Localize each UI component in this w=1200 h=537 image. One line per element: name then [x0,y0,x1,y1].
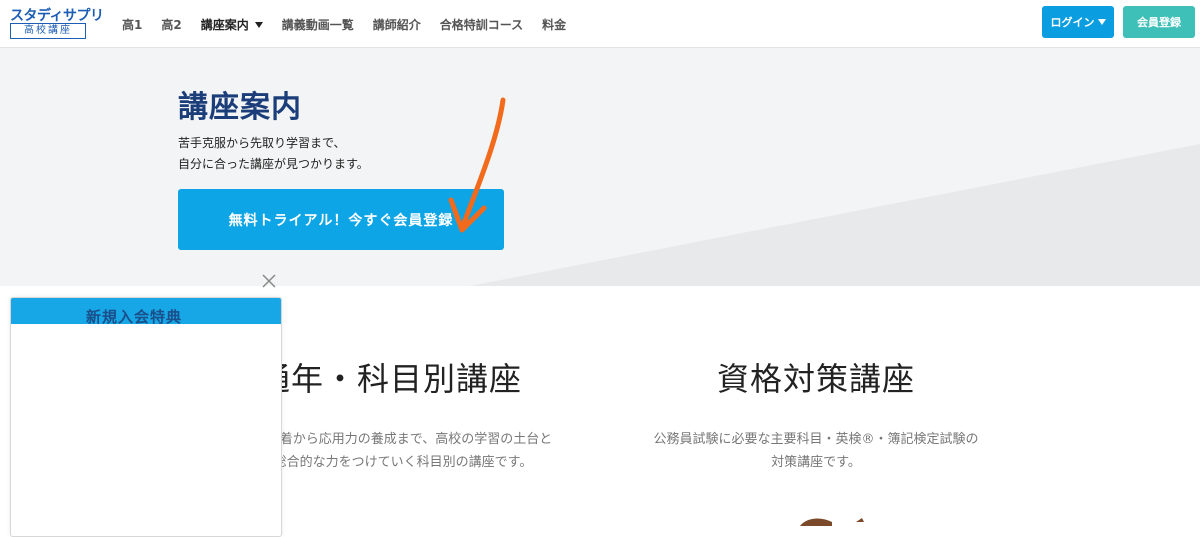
chevron-down-icon [1097,19,1106,25]
nav-item-teachers[interactable]: 講師紹介 [373,16,421,33]
login-button-label: ログイン [1050,16,1095,29]
popup-header: 新規入会特典 [11,298,281,324]
course-block-certification[interactable]: 資格対策講座 公務員試験に必要な主要科目・英検®・簿記検定試験の 対策講座です。 [610,354,1022,474]
nav-item-grade1[interactable]: 高1 [122,16,142,33]
course-description-line: 公務員試験に必要な主要科目・英検®・簿記検定試験の [653,432,979,447]
login-button[interactable]: ログイン [1042,6,1114,38]
hero-description: 苦手克服から先取り学習まで、 自分に合った講座が見つかります。 [178,133,369,175]
nav-item-course-guide-label: 講座案内 [200,17,249,32]
site-header: スタディサプリ 高校講座 高1 高2 講座案内 講義動画一覧 講師紹介 合格特訓… [0,0,1200,48]
logo-subtitle: 高校講座 [10,23,86,39]
chevron-down-icon [254,22,263,28]
logo-wordmark: スタディサプリ [10,8,104,24]
hero-section: 講座案内 苦手克服から先取り学習まで、 自分に合った講座が見つかります。 無料ト… [0,48,1200,286]
register-button[interactable]: 会員登録 [1123,6,1195,38]
nav-item-pricing[interactable]: 料金 [542,16,566,33]
hero-description-line: 自分に合った講座が見つかります。 [178,157,369,171]
new-member-benefit-popup: 新規入会特典 [10,297,282,537]
nav-item-course-guide[interactable]: 講座案内 [201,16,263,33]
page-title: 講座案内 [178,90,302,125]
site-logo[interactable]: スタディサプリ 高校講座 [10,5,104,40]
character-illustration [800,518,864,526]
hero-description-line: 苦手克服から先取り学習まで、 [178,136,346,150]
arrow-annotation-icon [448,97,506,233]
course-title: 資格対策講座 [716,360,915,398]
nav-item-exam-course[interactable]: 合格特訓コース [440,16,523,33]
nav-item-lecture-videos[interactable]: 講義動画一覧 [282,16,354,33]
close-icon[interactable] [261,273,277,289]
course-description: 公務員試験に必要な主要科目・英検®・簿記検定試験の 対策講座です。 [610,428,1022,474]
main-nav: 高1 高2 講座案内 講義動画一覧 講師紹介 合格特訓コース 料金 [122,0,585,48]
nav-item-grade2[interactable]: 高2 [161,16,181,33]
popup-title: 新規入会特典 [86,308,183,324]
course-description-line: 対策講座です。 [771,455,861,470]
